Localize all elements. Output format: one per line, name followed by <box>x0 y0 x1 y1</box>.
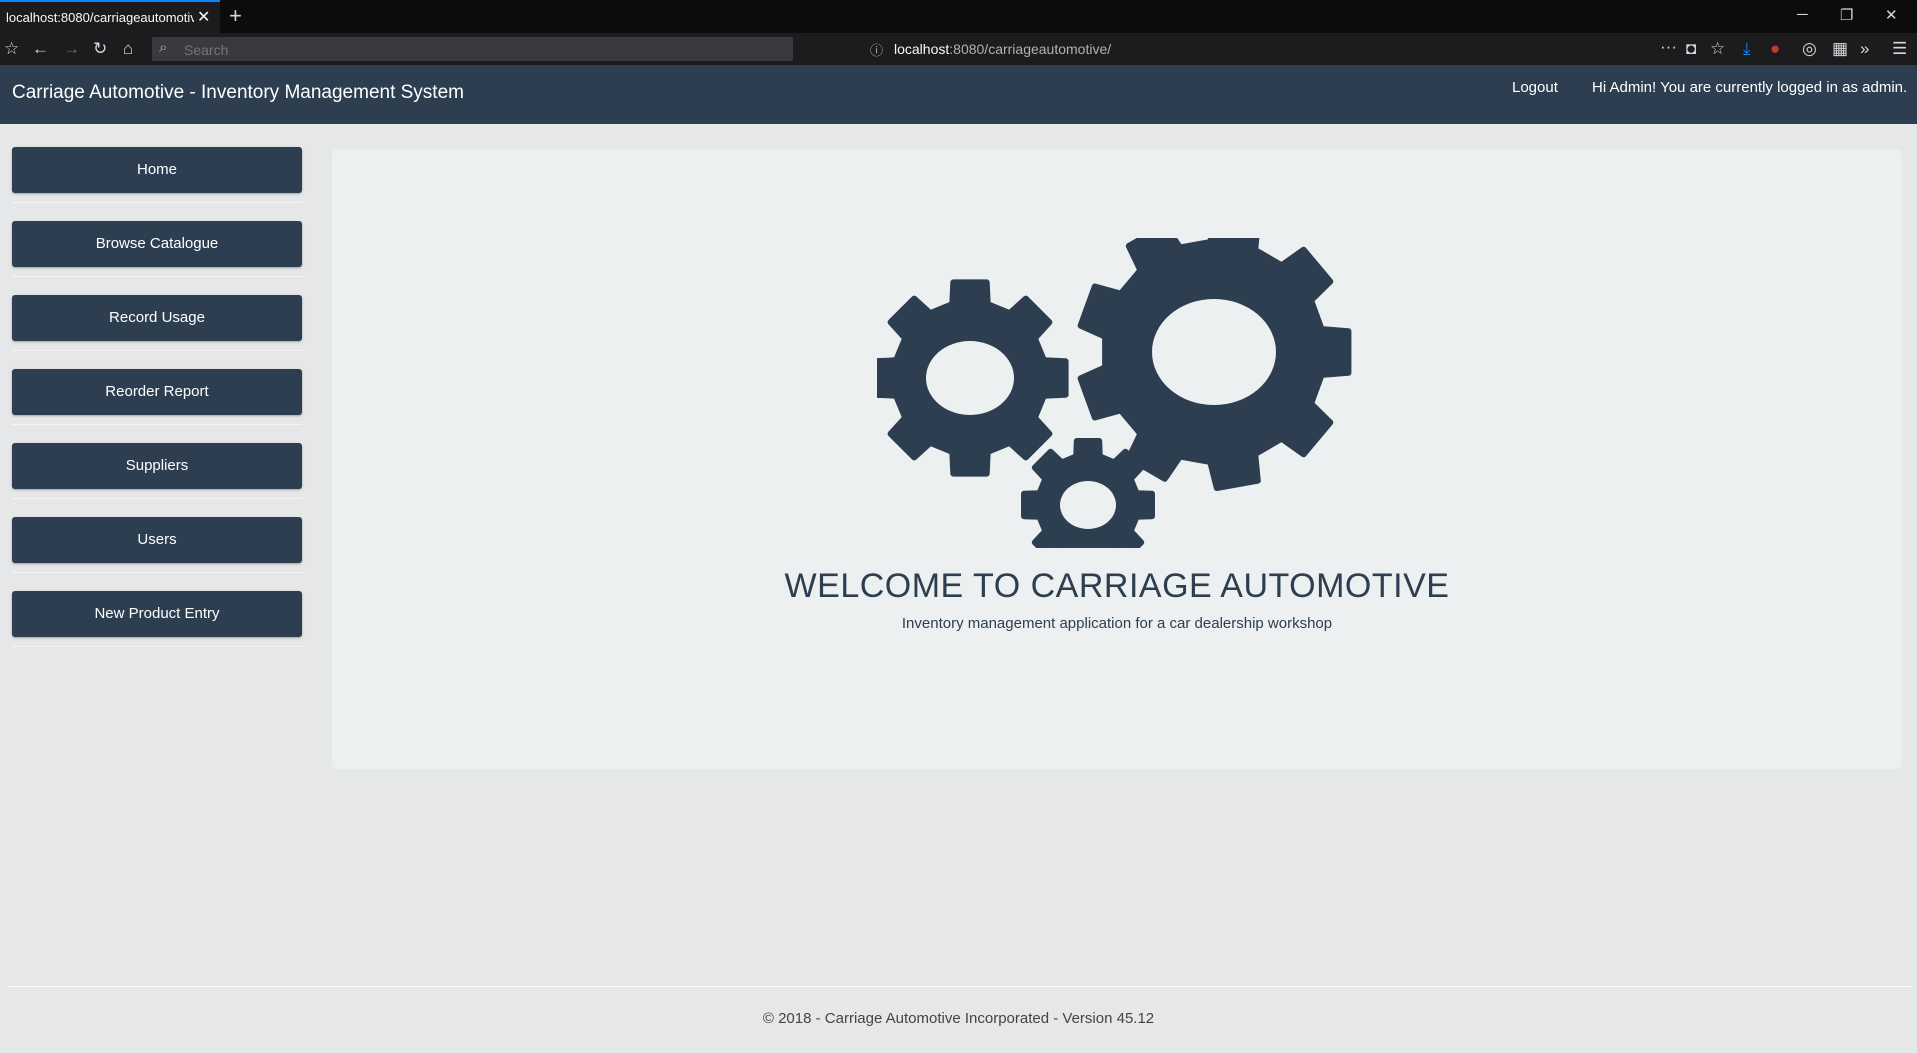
url-text: localhost:8080/carriageautomotive/ <box>894 41 1111 57</box>
reload-icon[interactable]: ↻ <box>93 39 107 59</box>
url-path: :8080/carriageautomotive/ <box>949 41 1112 57</box>
url-host: localhost <box>894 41 950 57</box>
sidebar-item-home[interactable]: Home <box>12 147 302 193</box>
search-input[interactable] <box>182 39 786 61</box>
sidebar-divider <box>12 424 302 443</box>
sidebar-item-new-product-entry[interactable]: New Product Entry <box>12 591 302 637</box>
new-tab-button[interactable]: + <box>229 3 242 29</box>
sidebar-item-suppliers[interactable]: Suppliers <box>12 443 302 489</box>
welcome-title: WELCOME TO CARRIAGE AUTOMOTIVE <box>784 567 1450 605</box>
app-header: Carriage Automotive - Inventory Manageme… <box>0 65 1917 124</box>
forward-icon[interactable]: → <box>63 39 80 59</box>
footer-copyright: © 2018 - Carriage Automotive Incorporate… <box>762 1010 1155 1027</box>
sidebar-divider <box>12 276 302 295</box>
overflow-menu-icon[interactable]: » <box>1860 39 1869 59</box>
close-window-icon[interactable]: ✕ <box>1885 6 1898 24</box>
sync-icon[interactable]: ◎ <box>1802 39 1817 59</box>
downloads-icon[interactable]: ⤓ <box>1743 39 1751 59</box>
gear-left-icon <box>877 279 1069 477</box>
gears-icon <box>877 238 1352 548</box>
user-greeting: Hi Admin! You are currently logged in as… <box>1592 79 1908 96</box>
logout-link[interactable]: Logout <box>1512 79 1558 96</box>
footer-divider <box>7 986 1912 987</box>
tab-title: localhost:8080/carriageautomotive/ <box>6 10 194 25</box>
app-brand[interactable]: Carriage Automotive - Inventory Manageme… <box>12 82 464 104</box>
sidebar-item-browse-catalogue[interactable]: Browse Catalogue <box>12 221 302 267</box>
welcome-subtitle: Inventory management application for a c… <box>901 615 1333 632</box>
minimize-window-icon[interactable]: ─ <box>1797 6 1808 23</box>
browser-tab[interactable]: localhost:8080/carriageautomotive/ ✕ <box>0 0 220 33</box>
sidebar-divider <box>12 202 302 221</box>
browser-toolbar: ☆ ← → ↻ ⌂ ⌕ ⓘ localhost:8080/carriageaut… <box>0 33 1917 65</box>
search-icon: ⌕ <box>159 39 168 56</box>
browser-tab-bar: localhost:8080/carriageautomotive/ ✕ + ─… <box>0 0 1917 33</box>
bookmark-star-icon[interactable]: ☆ <box>1710 39 1725 59</box>
url-bar[interactable]: ⓘ localhost:8080/carriageautomotive/ <box>860 37 1755 61</box>
page-actions-icon[interactable]: ··· <box>1660 37 1677 57</box>
sidebar-item-users[interactable]: Users <box>12 517 302 563</box>
tab-close-icon[interactable]: ✕ <box>197 7 210 27</box>
pocket-icon[interactable]: ◘ <box>1686 39 1696 59</box>
sidebar-divider <box>12 646 302 665</box>
hamburger-menu-icon[interactable]: ☰ <box>1892 39 1907 59</box>
site-info-icon[interactable]: ⓘ <box>870 40 883 59</box>
back-icon[interactable]: ← <box>32 39 49 59</box>
gear-small-icon <box>1021 438 1155 548</box>
ublock-icon[interactable]: ● <box>1770 39 1780 59</box>
sidebar-item-record-usage[interactable]: Record Usage <box>12 295 302 341</box>
home-icon[interactable]: ⌂ <box>123 39 133 59</box>
sidebar-divider <box>12 498 302 517</box>
sidebar-divider <box>12 350 302 369</box>
gear-large-icon <box>1077 238 1352 491</box>
sidebar-divider <box>12 572 302 591</box>
sidebar-nav: Home Browse Catalogue Record Usage Reord… <box>12 147 302 665</box>
welcome-panel: WELCOME TO CARRIAGE AUTOMOTIVE Inventory… <box>332 149 1902 769</box>
sidebar-item-reorder-report[interactable]: Reorder Report <box>12 369 302 415</box>
library-icon[interactable]: ▦ <box>1832 39 1848 59</box>
bookmarks-icon[interactable]: ☆ <box>4 39 19 59</box>
restore-window-icon[interactable]: ❐ <box>1840 6 1853 24</box>
search-box[interactable]: ⌕ <box>152 37 793 61</box>
